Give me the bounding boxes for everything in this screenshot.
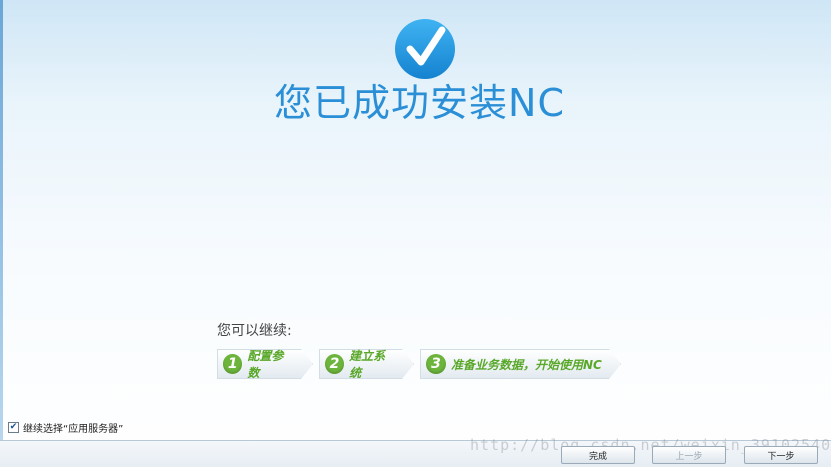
- step-number-badge: 1: [223, 354, 242, 374]
- step-number-badge: 2: [325, 354, 344, 374]
- step-label: 配置参数: [247, 349, 284, 380]
- next-button[interactable]: 下一步: [744, 446, 818, 464]
- previous-button[interactable]: 上一步: [652, 446, 726, 464]
- window-left-edge: [0, 0, 3, 440]
- step-prepare-business-data[interactable]: 3 准备业务数据，开始使用NC: [420, 349, 621, 379]
- continue-label: 您可以继续:: [217, 323, 292, 339]
- finish-button[interactable]: 完成: [561, 446, 635, 464]
- continue-app-server-checkbox[interactable]: ✔: [8, 422, 19, 433]
- check-circle-icon: [395, 19, 455, 79]
- step-number-badge: 3: [426, 354, 446, 374]
- step-build-system[interactable]: 2 建立系统: [319, 349, 414, 379]
- page-title: 您已成功安装NC: [274, 81, 565, 125]
- continue-app-server-option[interactable]: ✔ 继续选择“应用服务器”: [8, 420, 123, 435]
- installer-window: 您已成功安装NC 您可以继续: 1 配置参数 2 建立系统 3 准备业务数据，开…: [0, 0, 831, 467]
- step-label: 建立系统: [349, 349, 386, 380]
- continue-app-server-label: 继续选择“应用服务器”: [23, 424, 124, 435]
- next-steps: 1 配置参数 2 建立系统 3 准备业务数据，开始使用NC: [217, 349, 621, 379]
- step-label: 准备业务数据，开始使用NC: [451, 357, 602, 372]
- step-configure-parameters[interactable]: 1 配置参数: [217, 349, 313, 379]
